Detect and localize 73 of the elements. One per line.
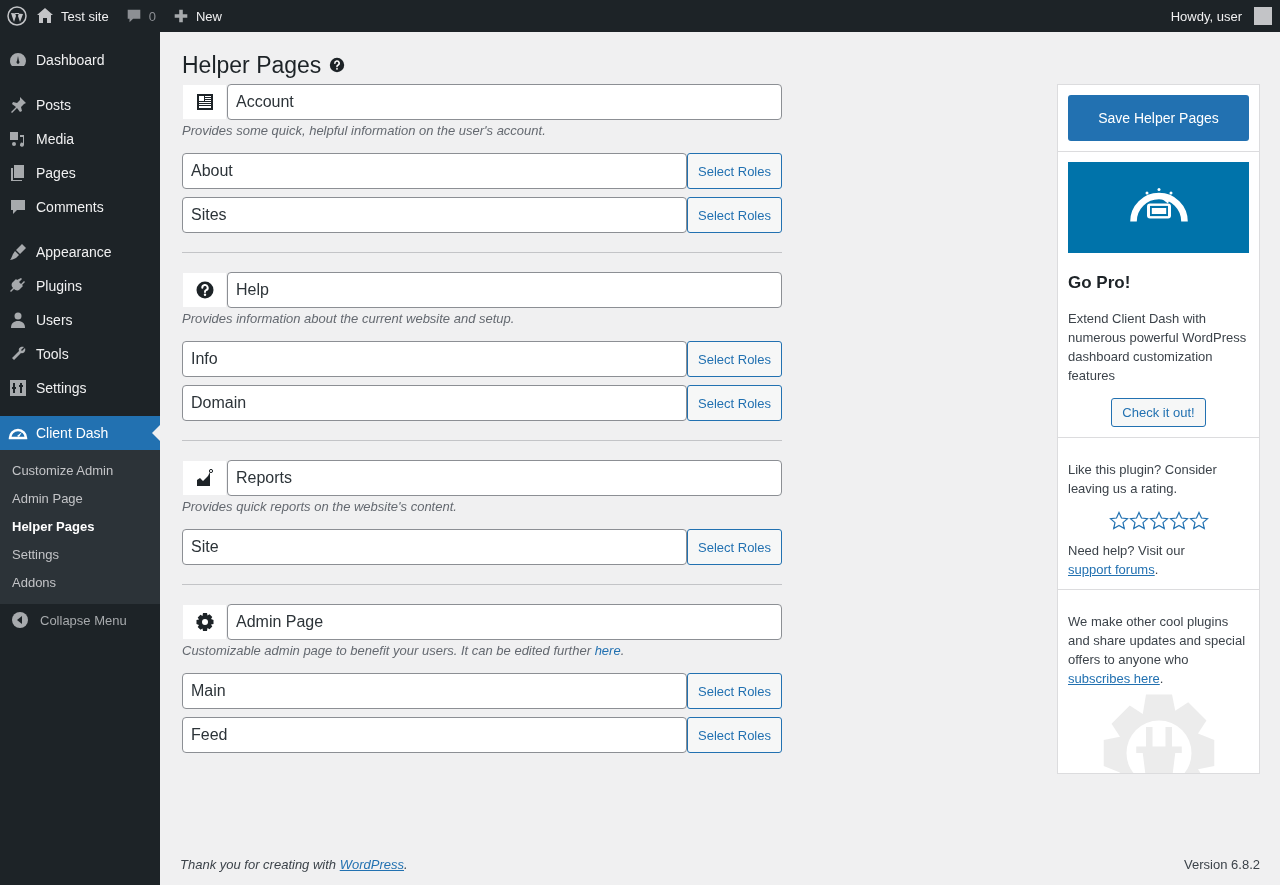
page-title-field[interactable]: Site xyxy=(182,529,687,565)
account-menu[interactable]: Howdy, user xyxy=(1162,7,1272,25)
page-title-field[interactable]: About xyxy=(182,153,687,189)
page-title-field[interactable]: Info xyxy=(182,341,687,377)
menu-item[interactable]: Client Dash xyxy=(0,416,160,450)
description-text: Provides some quick, helpful information on the user's account. xyxy=(182,122,547,139)
promo-title: Go Pro! xyxy=(1068,273,1132,293)
submenu-item[interactable]: Helper Pages xyxy=(0,513,160,541)
home-icon xyxy=(35,6,55,26)
title-field[interactable]: Account xyxy=(227,84,782,120)
menu-item[interactable]: Pages xyxy=(0,156,160,190)
menu-item[interactable]: Users xyxy=(0,303,160,337)
star-icon[interactable] xyxy=(1168,511,1189,531)
title-field[interactable]: Reports xyxy=(227,460,782,496)
page-title-field[interactable]: Feed xyxy=(182,717,687,753)
help-icon xyxy=(194,280,215,300)
support-link[interactable]: support forums xyxy=(1068,562,1155,577)
menu-item[interactable]: Posts xyxy=(0,88,160,122)
page-title: Helper Pages xyxy=(182,51,322,79)
submenu-item[interactable]: Settings xyxy=(0,541,160,569)
collapse-icon xyxy=(10,610,30,630)
rating-text: Like this plugin? Consider leaving us a rating. xyxy=(1068,461,1218,498)
help-icon[interactable] xyxy=(329,57,346,73)
select-roles-button[interactable]: Select Roles xyxy=(687,385,782,421)
star-icon[interactable] xyxy=(1128,511,1149,531)
select-roles-button[interactable]: Select Roles xyxy=(687,197,782,233)
subscribe-link[interactable]: subscribes here xyxy=(1068,671,1160,686)
description-text: Provides quick reports on the website's content. xyxy=(182,498,458,515)
wordpress-link[interactable]: WordPress xyxy=(339,856,404,872)
edit-link[interactable]: here xyxy=(594,643,621,658)
select-roles-button[interactable]: Select Roles xyxy=(687,673,782,709)
menu-item[interactable]: Appearance xyxy=(0,235,160,269)
title-field[interactable]: Admin Page xyxy=(227,604,782,640)
description-text: Customizable admin page to benefit your users. It can be edited further here. xyxy=(182,642,626,659)
menu-item[interactable]: Comments xyxy=(0,190,160,224)
subscribe-text: We make other cool plugins and share updates and special offers to anyone who subscribes here. xyxy=(1068,613,1247,688)
select-roles-button[interactable]: Select Roles xyxy=(687,717,782,753)
check-it-out-button[interactable]: Check it out! xyxy=(1111,398,1206,427)
select-roles-button[interactable]: Select Roles xyxy=(687,529,782,565)
menu-item[interactable]: Tools xyxy=(0,337,160,371)
user-icon xyxy=(8,310,28,330)
chart-icon xyxy=(194,468,215,488)
submenu-item[interactable]: Customize Admin xyxy=(0,457,160,485)
help-text: Need help? Visit our support forums. xyxy=(1068,542,1186,579)
description-text: Provides information about the current website and setup. xyxy=(182,310,516,327)
menu-item[interactable]: Dashboard xyxy=(0,43,160,77)
comments-link[interactable]: 0 xyxy=(116,7,164,25)
star-icon[interactable] xyxy=(1148,511,1169,531)
page-title-field[interactable]: Domain xyxy=(182,385,687,421)
star-icon[interactable] xyxy=(1108,511,1129,531)
sliders-icon xyxy=(8,378,28,398)
title-field[interactable]: Help xyxy=(227,272,782,308)
page-title-field[interactable]: Sites xyxy=(182,197,687,233)
id-card-icon xyxy=(194,92,215,112)
menu-item[interactable]: Plugins xyxy=(0,269,160,303)
site-link[interactable]: Test site xyxy=(27,6,117,26)
version-text: Version 6.8.2 xyxy=(1184,856,1260,872)
gear-icon xyxy=(194,612,215,632)
promo-text: Extend Client Dash with numerous powerful WordPress dashboard customization features xyxy=(1068,310,1248,385)
menu-item[interactable]: Media xyxy=(0,122,160,156)
submenu-item[interactable]: Addons xyxy=(0,569,160,597)
select-roles-button[interactable]: Select Roles xyxy=(687,153,782,189)
menu-item[interactable]: Settings xyxy=(0,371,160,405)
new-link[interactable]: New xyxy=(163,7,230,25)
brush-icon xyxy=(8,242,28,262)
save-button[interactable]: Save Helper Pages xyxy=(1068,95,1249,141)
page-title-field[interactable]: Main xyxy=(182,673,687,709)
submenu-item[interactable]: Admin Page xyxy=(0,485,160,513)
select-roles-button[interactable]: Select Roles xyxy=(687,341,782,377)
star-icon[interactable] xyxy=(1188,511,1209,531)
footer-text: Thank you for creating with WordPress. xyxy=(180,856,408,872)
comment-icon xyxy=(8,197,28,217)
collapse-menu-button[interactable]: Collapse Menu xyxy=(0,604,160,636)
